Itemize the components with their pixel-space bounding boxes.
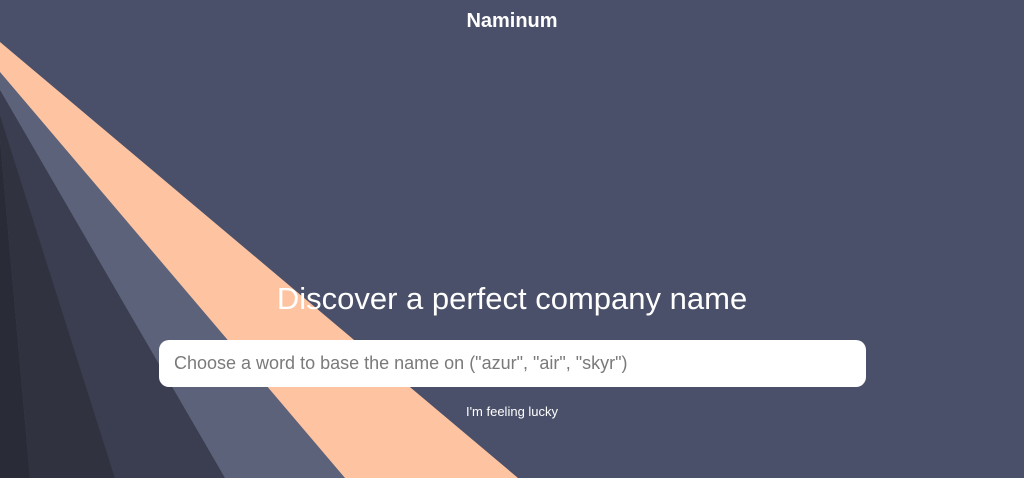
page-title: Discover a perfect company name	[276, 281, 748, 316]
search-input[interactable]	[159, 340, 866, 387]
brand-logo-text: Naminum	[466, 10, 558, 32]
lucky-link-container: I'm feeling lucky	[0, 403, 1024, 421]
feeling-lucky-link[interactable]: I'm feeling lucky	[466, 404, 558, 419]
search-box	[159, 340, 866, 387]
